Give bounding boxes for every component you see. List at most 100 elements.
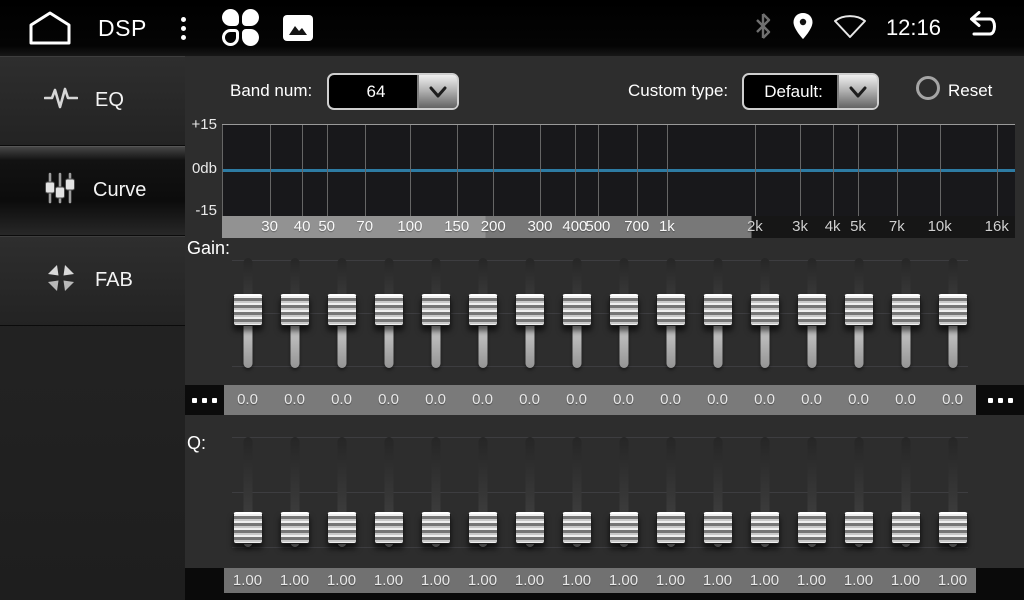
app-title: DSP [98,15,147,42]
q-slider[interactable] [741,430,788,560]
band-num-dropdown[interactable]: 64 [327,73,459,110]
gain-value: 0.0 [929,385,976,415]
q-value: 1.00 [365,568,412,593]
graph-gridline [410,125,411,217]
slider-handle[interactable] [891,512,921,544]
gain-slider[interactable] [929,252,976,382]
slider-handle[interactable] [327,294,357,326]
photo-icon[interactable] [283,15,313,41]
q-slider[interactable] [647,430,694,560]
slider-handle[interactable] [280,512,310,544]
bottom-bar [185,593,1024,600]
q-slider[interactable] [459,430,506,560]
q-slider[interactable] [929,430,976,560]
gain-slider[interactable] [600,252,647,382]
slider-handle[interactable] [797,512,827,544]
gain-slider[interactable] [224,252,271,382]
chevron-down-icon[interactable] [837,75,877,108]
gain-slider[interactable] [553,252,600,382]
gain-slider[interactable] [506,252,553,382]
slider-handle[interactable] [468,294,498,326]
band-num-label: Band num: [230,81,312,101]
slider-handle[interactable] [421,512,451,544]
slider-handle[interactable] [562,512,592,544]
q-slider[interactable] [600,430,647,560]
clover-apps-icon[interactable] [222,9,260,47]
gain-value: 0.0 [318,385,365,415]
slider-handle[interactable] [703,512,733,544]
slider-handle[interactable] [844,512,874,544]
q-slider[interactable] [882,430,929,560]
gain-overflow-left-button[interactable] [185,385,224,415]
q-slider[interactable] [553,430,600,560]
gain-slider[interactable] [271,252,318,382]
graph-gridline [800,125,801,217]
q-slider[interactable] [224,430,271,560]
gain-overflow-right-button[interactable] [976,385,1024,415]
slider-handle[interactable] [233,294,263,326]
slider-handle[interactable] [750,512,780,544]
gain-slider[interactable] [647,252,694,382]
slider-handle[interactable] [562,294,592,326]
slider-handle[interactable] [703,294,733,326]
custom-type-dropdown[interactable]: Default: [742,73,879,110]
gain-slider[interactable] [882,252,929,382]
q-slider[interactable] [788,430,835,560]
slider-handle[interactable] [374,512,404,544]
slider-handle[interactable] [421,294,451,326]
sidebar-item-fab[interactable]: FAB [0,236,185,326]
freq-tick-label: 30 [261,218,278,235]
freq-tick-label: 150 [444,218,469,235]
sidebar-item-curve[interactable]: Curve [0,146,185,236]
q-slider[interactable] [694,430,741,560]
freq-tick-label: 16k [985,218,1009,235]
slider-handle[interactable] [609,512,639,544]
reset-radio-button[interactable] [916,76,940,100]
gain-slider[interactable] [694,252,741,382]
home-icon[interactable] [27,10,73,46]
q-value: 1.00 [506,568,553,593]
q-slider[interactable] [835,430,882,560]
q-slider[interactable] [271,430,318,560]
reset-label[interactable]: Reset [948,81,992,101]
gain-slider[interactable] [835,252,882,382]
back-arrow-icon[interactable] [960,11,1002,46]
sidebar-item-eq[interactable]: EQ [0,56,185,146]
q-slider[interactable] [412,430,459,560]
gain-slider[interactable] [412,252,459,382]
slider-handle[interactable] [750,294,780,326]
slider-handle[interactable] [656,512,686,544]
gain-slider[interactable] [788,252,835,382]
q-slider[interactable] [365,430,412,560]
slider-handle[interactable] [327,512,357,544]
q-value: 1.00 [271,568,318,593]
chevron-down-icon[interactable] [417,75,457,108]
slider-handle[interactable] [938,294,968,326]
slider-handle[interactable] [891,294,921,326]
slider-handle[interactable] [938,512,968,544]
gain-slider[interactable] [318,252,365,382]
sidebar-item-label: FAB [95,269,133,292]
slider-handle[interactable] [844,294,874,326]
graph-gridline [302,125,303,217]
slider-handle[interactable] [468,512,498,544]
slider-handle[interactable] [515,512,545,544]
q-slider[interactable] [318,430,365,560]
gain-value: 0.0 [271,385,318,415]
gain-slider[interactable] [365,252,412,382]
graph-gridline [327,125,328,217]
eq-graph [222,124,1015,217]
slider-handle[interactable] [374,294,404,326]
gain-slider[interactable] [741,252,788,382]
slider-handle[interactable] [280,294,310,326]
gain-slider[interactable] [459,252,506,382]
q-slider[interactable] [506,430,553,560]
slider-handle[interactable] [609,294,639,326]
kebab-menu-icon[interactable] [175,11,192,46]
slider-handle[interactable] [515,294,545,326]
slider-handle[interactable] [797,294,827,326]
slider-handle[interactable] [233,512,263,544]
q-row-left-pad [185,568,224,593]
sliders-icon [44,171,76,210]
slider-handle[interactable] [656,294,686,326]
